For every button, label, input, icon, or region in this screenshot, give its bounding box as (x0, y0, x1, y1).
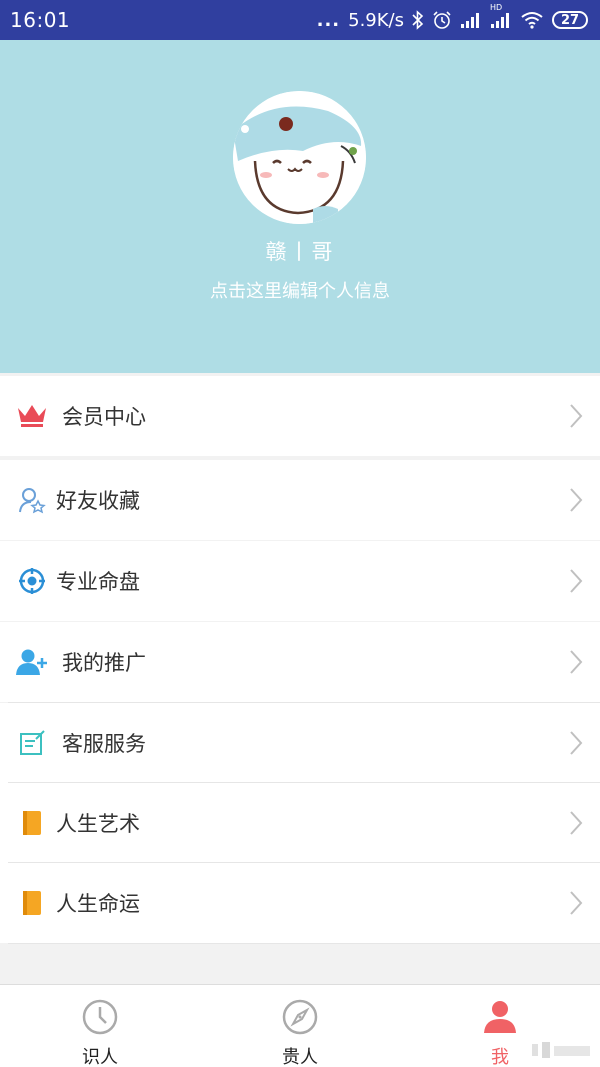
chevron-right-icon (570, 811, 583, 835)
menu-item-label: 人生艺术 (56, 812, 140, 836)
status-bar: 16:01 ... 5.9K/s HD 27 (0, 0, 600, 40)
edit-profile-hint[interactable]: 点击这里编辑个人信息 (0, 277, 600, 303)
person-icon (484, 1001, 516, 1033)
menu-item-life-fate[interactable]: 人生命运 (0, 863, 600, 943)
bluetooth-icon (412, 10, 424, 30)
chevron-right-icon (570, 488, 583, 512)
clock-icon (82, 999, 118, 1035)
username: 赣丨哥 (265, 240, 335, 264)
chevron-right-icon (570, 650, 583, 674)
menu-item-favorite-friends[interactable]: 好友收藏 (0, 460, 600, 540)
menu-item-label: 人生命运 (56, 892, 140, 916)
menu-item-label: 专业命盘 (56, 570, 140, 594)
edit-note-icon (16, 727, 48, 759)
alarm-icon (432, 10, 452, 30)
signal-icon (460, 11, 482, 29)
menu-item-life-art[interactable]: 人生艺术 (0, 783, 600, 863)
chevron-right-icon (570, 891, 583, 915)
menu-item-pro-chart[interactable]: 专业命盘 (0, 541, 600, 621)
user-star-icon (16, 484, 48, 516)
status-dots: ... (316, 9, 341, 31)
menu-item-vip-center[interactable]: 会员中心 (0, 376, 600, 456)
chevron-right-icon (570, 404, 583, 428)
avatar-cartoon-icon (233, 91, 366, 224)
watermark-icon (532, 1042, 590, 1058)
wifi-icon (520, 11, 544, 29)
bottom-tab-bar: 识人 贵人 我 (0, 984, 600, 1067)
network-speed: 5.9K/s (348, 9, 404, 31)
signal-hd-icon: HD (490, 3, 512, 29)
status-time: 16:01 (10, 8, 71, 32)
tab-noble[interactable]: 贵人 (200, 985, 400, 1067)
divider (8, 943, 600, 944)
battery-indicator: 27 (552, 11, 588, 29)
chevron-right-icon (570, 569, 583, 593)
tab-identify[interactable]: 识人 (0, 985, 200, 1067)
app-root: 16:01 ... 5.9K/s HD 27 赣丨哥 点击这里编辑个人信息 会员… (0, 0, 600, 1067)
menu-item-label: 好友收藏 (56, 489, 140, 513)
target-icon (16, 565, 48, 597)
profile-header[interactable]: 赣丨哥 点击这里编辑个人信息 (0, 40, 600, 373)
hd-label: HD (490, 3, 503, 12)
menu-item-label: 客服服务 (62, 732, 146, 756)
menu-item-label: 我的推广 (62, 651, 146, 675)
book-icon (16, 807, 48, 839)
book-icon (16, 887, 48, 919)
crown-icon (16, 400, 48, 432)
menu-item-label: 会员中心 (62, 405, 146, 429)
add-user-icon (16, 646, 48, 678)
status-right: ... 5.9K/s HD 27 (316, 3, 588, 31)
avatar[interactable] (233, 91, 366, 224)
compass-icon (282, 999, 318, 1035)
tab-label: 贵人 (282, 1047, 318, 1067)
tab-label: 识人 (82, 1047, 118, 1067)
menu-item-customer-service[interactable]: 客服服务 (0, 703, 600, 783)
menu-item-my-promotion[interactable]: 我的推广 (0, 622, 600, 702)
chevron-right-icon (570, 731, 583, 755)
